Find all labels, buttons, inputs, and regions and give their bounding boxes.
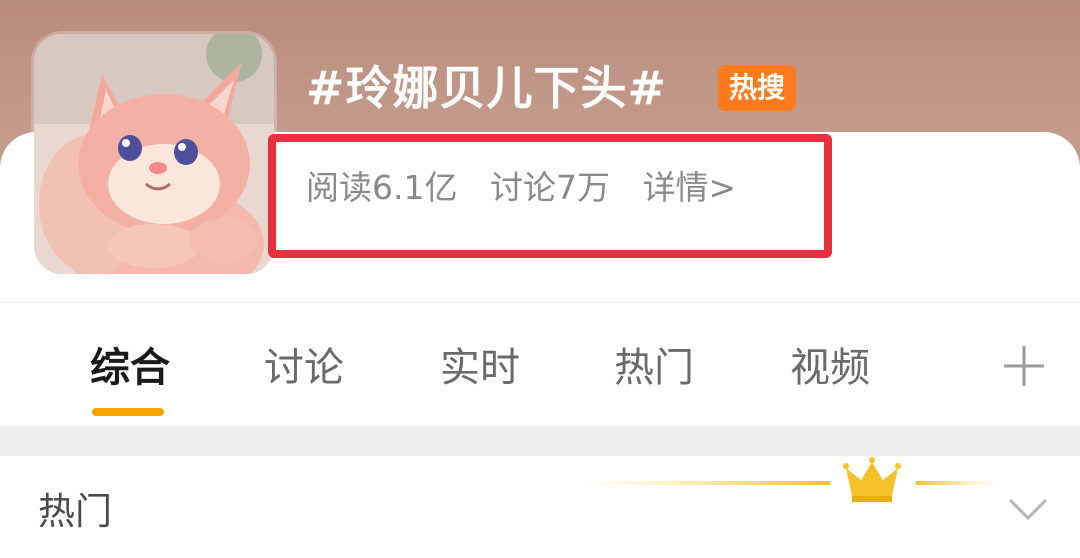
chevron-down-icon[interactable]	[1004, 492, 1052, 524]
tab-video[interactable]: 视频	[784, 336, 876, 400]
active-tab-indicator	[92, 408, 164, 416]
tab-hot[interactable]: 热门	[608, 336, 700, 400]
read-count: 阅读6.1亿	[306, 168, 458, 207]
section-label-hot: 热门	[38, 490, 112, 533]
tab-comprehensive[interactable]: 综合	[84, 336, 176, 400]
section-separator	[0, 426, 1080, 456]
tab-realtime[interactable]: 实时	[434, 336, 526, 400]
plus-icon[interactable]	[1000, 340, 1048, 392]
crown-icon	[580, 456, 1000, 516]
topic-title: #玲娜贝儿下头#	[306, 61, 668, 115]
topic-avatar[interactable]	[34, 34, 274, 274]
hot-search-badge: 热搜	[718, 65, 796, 111]
tab-discussion[interactable]: 讨论	[258, 336, 350, 400]
divider	[0, 302, 1080, 303]
details-link[interactable]: 详情>	[642, 168, 736, 207]
pink-fox-plush-image	[34, 34, 274, 274]
discussion-count: 讨论7万	[489, 168, 610, 207]
topic-stats: 阅读6.1亿 讨论7万 详情>	[306, 164, 758, 212]
